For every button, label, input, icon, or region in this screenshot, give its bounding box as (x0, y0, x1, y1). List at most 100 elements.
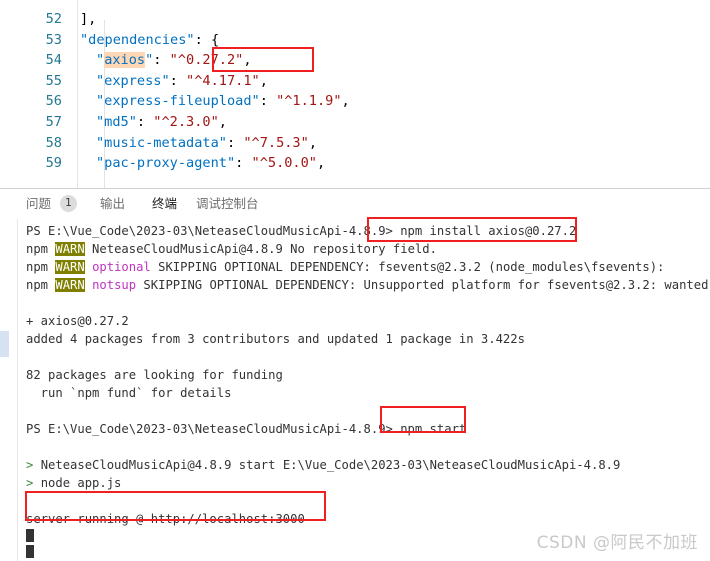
terminal-line: npm WARN notsup SKIPPING OPTIONAL DEPEND… (26, 277, 710, 295)
terminal-cursor-shadow (26, 545, 34, 558)
code-token: : (169, 72, 187, 89)
terminal-text: > (26, 458, 41, 472)
code-token: : (136, 114, 154, 130)
panel-tab-item[interactable]: 输出 (100, 194, 125, 218)
terminal-text: optional (92, 260, 151, 274)
code-line[interactable]: 52], (0, 9, 710, 30)
panel-tab-label: 调试控制台 (196, 196, 259, 211)
terminal-line: 82 packages are looking for funding (26, 367, 283, 385)
problems-count-badge: 1 (60, 195, 77, 212)
code-token: ], (80, 11, 97, 27)
line-number: 56 (45, 93, 62, 110)
terminal-text: added 4 packages from 3 contributors and… (26, 332, 525, 346)
terminal-text: run `npm fund` for details (26, 386, 232, 400)
code-line[interactable]: 58 "music-metadata": "^7.5.3", (0, 133, 710, 154)
code-token: "express" (96, 72, 170, 89)
code-line[interactable]: 54 "axios": "^0.27.2", (0, 50, 710, 71)
terminal-view[interactable]: PS E:\Vue_Code\2023-03\NeteaseCloudMusic… (0, 219, 710, 561)
code-token: "^2.3.0" (153, 114, 219, 130)
code-line[interactable]: 57 "md5": "^2.3.0", (0, 112, 710, 133)
terminal-text: NeteaseCloudMusicApi@4.8.9 No repository… (84, 242, 437, 256)
code-token: "^7.5.3" (243, 134, 309, 151)
code-token: , (317, 155, 326, 172)
csdn-watermark: CSDN @阿民不加班 (536, 533, 698, 553)
code-line-text: ], (80, 9, 96, 30)
panel-tab-bar: 1 问题 输出 终端 调试控制台 (0, 189, 710, 221)
code-line-text: "pac-proxy-agent": "^5.0.0", (96, 153, 325, 174)
code-token: "^5.0.0" (251, 155, 317, 172)
code-editor[interactable]: 52], 53 "dependencies": {54 "axios": "^0.27… (0, 0, 710, 188)
code-token: : (235, 155, 252, 172)
terminal-line: added 4 packages from 3 contributors and… (26, 331, 525, 349)
code-line-text: "dependencies": { (80, 30, 219, 51)
code-token: , (218, 114, 227, 130)
code-line[interactable]: 59 "pac-proxy-agent": "^5.0.0", (0, 153, 710, 174)
terminal-text: npm (26, 242, 56, 256)
terminal-line: npm WARN optional SKIPPING OPTIONAL DEPE… (26, 259, 664, 277)
terminal-text: SKIPPING OPTIONAL DEPENDENCY: Unsupporte… (136, 278, 710, 292)
code-line[interactable]: 53 "dependencies": { (0, 30, 710, 51)
terminal-left-edge (17, 219, 18, 561)
screenshot-root: 52], 53 "dependencies": {54 "axios": "^0.27… (0, 0, 710, 561)
line-number: 58 (45, 134, 62, 151)
code-line-text: "music-metadata": "^7.5.3", (96, 133, 317, 154)
code-editor-content[interactable]: 52], 53 "dependencies": {54 "axios": "^0.27… (0, 0, 710, 188)
terminal-text: + axios@0.27.2 (26, 314, 129, 328)
line-number: 53 (45, 31, 62, 48)
code-token: : (259, 93, 277, 110)
code-token: "dependencies" (80, 31, 195, 48)
warn-badge: WARN (55, 260, 85, 274)
line-number: 57 (45, 114, 62, 130)
code-token: "music-metadata" (96, 134, 227, 151)
terminal-text: 82 packages are looking for funding (26, 368, 283, 382)
terminal-text: npm (26, 278, 56, 292)
code-token: "pac-proxy-agent" (96, 155, 236, 172)
terminal-text: PS E:\Vue_Code\2023-03\NeteaseCloudMusic… (26, 224, 577, 238)
code-token: "md5" (96, 114, 137, 130)
code-token: "^4.17.1" (186, 72, 260, 89)
line-number: 59 (45, 155, 62, 172)
search-match-highlight: axios (104, 52, 146, 69)
terminal-text: NeteaseCloudMusicApi@4.8.9 start E:\Vue_… (40, 458, 621, 472)
terminal-text: npm (26, 260, 56, 274)
code-line[interactable]: 56 "express-fileupload": "^1.1.9", (0, 91, 710, 112)
code-token: "^1.1.9" (276, 93, 342, 110)
terminal-line: PS E:\Vue_Code\2023-03\NeteaseCloudMusic… (26, 421, 466, 439)
code-token: , (341, 93, 350, 110)
terminal-text: server running @ http://localhost:3000 (26, 512, 305, 526)
terminal-scrollbar-thumb[interactable] (0, 331, 9, 357)
code-token: "express-fileupload" (96, 93, 260, 110)
terminal-line: PS E:\Vue_Code\2023-03\NeteaseCloudMusic… (26, 223, 576, 241)
bottom-panel: 1 问题 输出 终端 调试控制台 PS E:\Vue_Code\2023-03\Nete… (0, 189, 710, 561)
terminal-text: > (26, 476, 41, 490)
warn-badge: WARN (55, 242, 85, 256)
code-line-text: "express": "^4.17.1", (96, 71, 268, 92)
code-token: " (96, 52, 105, 69)
terminal-line: run `npm fund` for details (26, 385, 232, 403)
panel-tab-label: 输出 (100, 196, 126, 211)
terminal-text: PS E:\Vue_Code\2023-03\NeteaseCloudMusic… (26, 422, 467, 436)
terminal-text: node app.js (40, 476, 122, 490)
terminal-cursor (26, 529, 34, 542)
code-token: "^0.27.2" (169, 52, 244, 69)
terminal-line: > node app.js (26, 475, 121, 493)
terminal-text: notsup (92, 278, 137, 292)
panel-tab-label: 终端 (152, 196, 178, 211)
terminal-line: + axios@0.27.2 (26, 313, 129, 331)
code-token: : (226, 134, 244, 151)
terminal-line: server running @ http://localhost:3000 (26, 511, 305, 529)
panel-tab-terminal[interactable]: 终端 (152, 194, 178, 221)
terminal-line: > NeteaseCloudMusicApi@4.8.9 start E:\Vu… (26, 457, 620, 475)
code-line-text: "express-fileupload": "^1.1.9", (96, 91, 350, 112)
terminal-text: SKIPPING OPTIONAL DEPENDENCY: fsevents@2… (150, 260, 665, 274)
code-token: , (259, 72, 268, 89)
line-number: 55 (45, 72, 62, 89)
panel-tab-item[interactable]: 调试控制台 (196, 194, 259, 218)
code-token: , (308, 134, 317, 151)
code-token: : (153, 52, 170, 69)
code-line[interactable]: 55 "express": "^4.17.1", (0, 71, 710, 92)
line-number: 54 (45, 52, 62, 69)
panel-tab-item[interactable]: 问题 (26, 194, 51, 218)
